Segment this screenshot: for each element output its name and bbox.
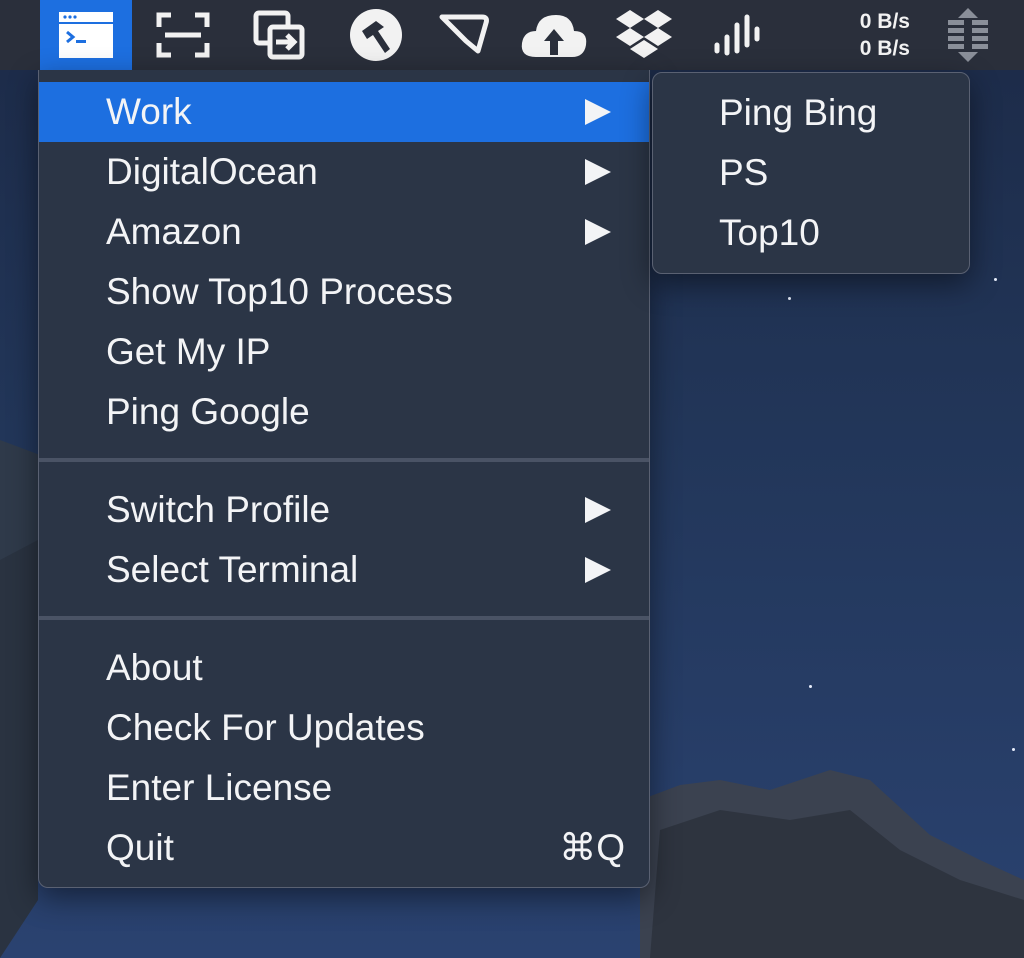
submenu-arrow-icon (585, 219, 611, 245)
work-submenu: Ping Bing PS Top10 (652, 72, 970, 274)
menu-item-quit[interactable]: Quit ⌘Q (39, 818, 649, 878)
menu-item-label: Enter License (106, 767, 333, 808)
menu-item-label: Check For Updates (106, 707, 425, 748)
submenu-arrow-icon (585, 557, 611, 583)
menu-separator (39, 458, 649, 462)
menu-item-ping-google[interactable]: Ping Google (39, 382, 649, 442)
menu-item-about[interactable]: About (39, 638, 649, 698)
menu-bar: 0 B/s 0 B/s (0, 0, 1024, 70)
menu-item-work[interactable]: Work (39, 82, 649, 142)
submenu-item-label: Ping Bing (719, 92, 878, 133)
submenu-arrow-icon (585, 497, 611, 523)
menu-separator (39, 616, 649, 620)
network-speed: 0 B/s 0 B/s (818, 8, 910, 62)
terminal-app-icon[interactable] (40, 0, 132, 70)
hammer-icon[interactable] (344, 0, 408, 70)
submenu-item-label: Top10 (719, 212, 820, 253)
menu-item-label: Amazon (106, 211, 242, 252)
menu-item-digitalocean[interactable]: DigitalOcean (39, 142, 649, 202)
menu-item-label: About (106, 647, 203, 688)
cloud-upload-icon[interactable] (516, 0, 592, 70)
menu-item-label: Show Top10 Process (106, 271, 453, 312)
menu-item-label: Quit (106, 827, 174, 868)
menu-item-show-top10-process[interactable]: Show Top10 Process (39, 262, 649, 322)
keyboard-shortcut: ⌘Q (559, 827, 625, 868)
submenu-item-top10[interactable]: Top10 (653, 203, 969, 263)
menu-item-label: Work (106, 91, 192, 132)
submenu-item-ps[interactable]: PS (653, 143, 969, 203)
file-share-icon[interactable] (248, 0, 312, 70)
submenu-item-ping-bing[interactable]: Ping Bing (653, 83, 969, 143)
dropdown-menu: Work DigitalOcean Amazon Show Top10 Proc… (38, 70, 650, 888)
submenu-item-label: PS (719, 152, 769, 193)
menu-item-amazon[interactable]: Amazon (39, 202, 649, 262)
net-upload-speed: 0 B/s (859, 10, 910, 33)
menu-item-get-my-ip[interactable]: Get My IP (39, 322, 649, 382)
soundwave-icon[interactable] (706, 0, 770, 70)
net-download-speed: 0 B/s (859, 37, 910, 60)
stats-icon[interactable] (936, 0, 1000, 70)
menu-item-enter-license[interactable]: Enter License (39, 758, 649, 818)
screenshot-icon[interactable] (150, 0, 216, 70)
menu-item-label: Select Terminal (106, 549, 359, 590)
flag-icon[interactable] (432, 0, 496, 70)
menu-item-label: Switch Profile (106, 489, 331, 530)
menu-item-switch-profile[interactable]: Switch Profile (39, 480, 649, 540)
menu-item-check-for-updates[interactable]: Check For Updates (39, 698, 649, 758)
menu-item-label: Get My IP (106, 331, 271, 372)
menu-item-select-terminal[interactable]: Select Terminal (39, 540, 649, 600)
menu-item-label: DigitalOcean (106, 151, 318, 192)
submenu-arrow-icon (585, 99, 611, 125)
dropbox-icon[interactable] (612, 0, 676, 70)
menu-item-label: Ping Google (106, 391, 310, 432)
submenu-arrow-icon (585, 159, 611, 185)
